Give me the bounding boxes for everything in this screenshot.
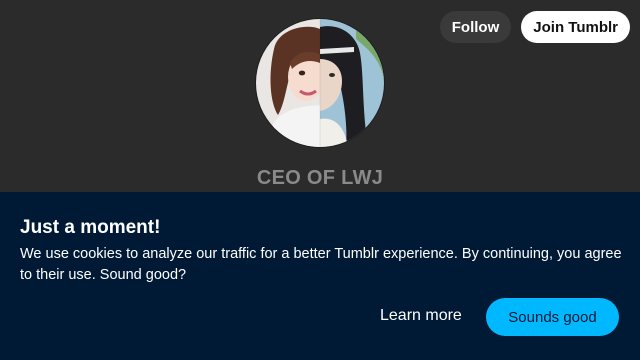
blog-title: CEO OF LWJ <box>256 167 384 189</box>
avatar-image <box>256 19 384 147</box>
cookie-consent-banner: Just a moment! We use cookies to analyze… <box>0 192 640 360</box>
blog-avatar[interactable] <box>256 19 384 147</box>
sounds-good-button[interactable]: Sounds good <box>486 298 619 336</box>
join-tumblr-button[interactable]: Join Tumblr <box>521 11 630 43</box>
header-actions: Follow Join Tumblr <box>439 11 630 43</box>
follow-button[interactable]: Follow <box>439 11 512 43</box>
cookie-message: We use cookies to analyze our traffic fo… <box>20 246 622 283</box>
blog-page: Follow Join Tumblr CEO OF LWJ Just a mom… <box>0 0 640 360</box>
cookie-heading: Just a moment! <box>20 217 161 238</box>
learn-more-link[interactable]: Learn more <box>380 307 462 325</box>
